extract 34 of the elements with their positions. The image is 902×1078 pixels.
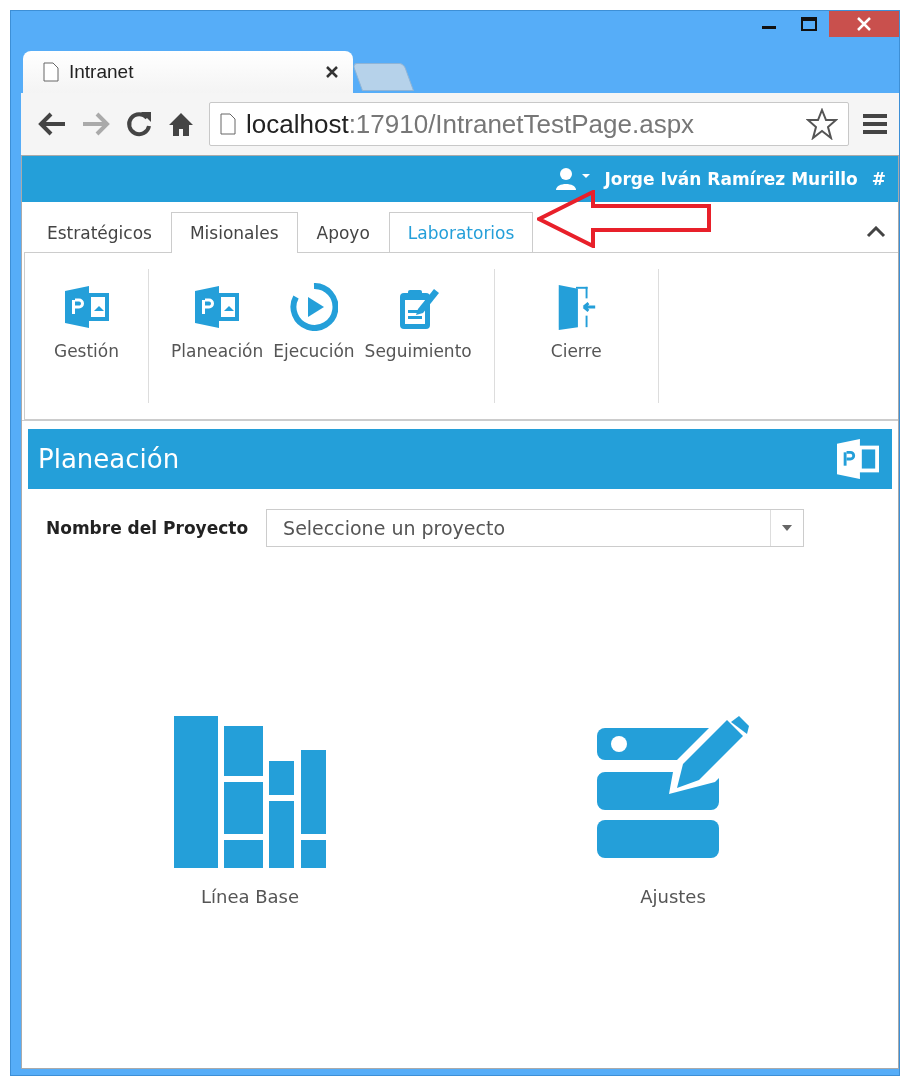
menu-icon[interactable] — [863, 113, 887, 135]
home-icon[interactable] — [167, 110, 195, 138]
ribbon-tab[interactable]: Apoyo — [297, 212, 389, 253]
tile-button[interactable]: Línea Base — [168, 715, 332, 908]
project-icon — [62, 283, 111, 331]
maximize-icon[interactable] — [801, 17, 817, 31]
tile-button[interactable]: Ajustes — [591, 715, 755, 908]
ribbon-button[interactable]: Seguimiento — [362, 283, 474, 403]
ribbon-button[interactable]: Gestión — [51, 283, 122, 403]
project-select[interactable]: Seleccione un proyecto — [266, 509, 805, 547]
ribbon-tab[interactable]: Misionales — [170, 212, 298, 253]
collapse-icon[interactable] — [866, 226, 886, 238]
page-icon — [43, 62, 59, 82]
browser-tab[interactable]: Intranet — [23, 51, 353, 93]
star-icon[interactable] — [806, 108, 838, 140]
close-tab-icon[interactable] — [325, 65, 339, 79]
user-menu[interactable] — [556, 168, 591, 190]
project-icon — [834, 438, 882, 480]
address-field[interactable]: localhost:17910/IntranetTestPage.aspx — [209, 102, 849, 146]
caret-icon — [782, 525, 793, 531]
ribbon-button[interactable]: Ejecución — [271, 283, 357, 403]
ribbon-button[interactable]: Planeación — [169, 283, 266, 403]
project-icon — [193, 283, 242, 331]
ribbon-button[interactable]: Cierre — [548, 283, 604, 403]
ribbon-tab[interactable]: Estratégicos — [28, 212, 171, 253]
back-icon[interactable] — [37, 111, 67, 137]
close-button[interactable] — [829, 11, 899, 37]
close-icon — [857, 17, 871, 31]
page-icon — [220, 113, 236, 135]
reload-icon[interactable] — [125, 110, 153, 138]
field-label: Nombre del Proyecto — [46, 518, 249, 538]
books-icon — [174, 716, 326, 868]
play-icon — [289, 283, 338, 331]
panel-title: Planeación — [38, 444, 180, 474]
